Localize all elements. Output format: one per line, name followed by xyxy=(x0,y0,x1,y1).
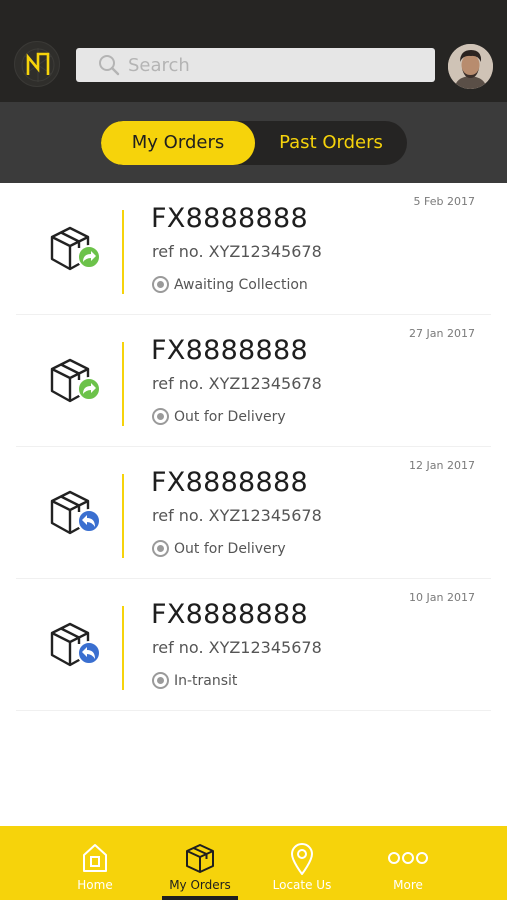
nav-label: More xyxy=(393,878,423,892)
divider-line xyxy=(122,606,124,690)
order-status: Out for Delivery xyxy=(152,408,286,425)
order-date: 12 Jan 2017 xyxy=(409,459,475,472)
tab-bar: My Orders Past Orders xyxy=(0,102,507,183)
nav-label: Home xyxy=(77,878,113,892)
divider-line xyxy=(122,210,124,294)
search-bar[interactable] xyxy=(76,48,435,82)
tracking-number: FX8888888 xyxy=(151,203,308,234)
status-label: Out for Delivery xyxy=(174,409,286,425)
home-icon xyxy=(83,844,107,872)
tab-my-orders[interactable]: My Orders xyxy=(101,121,255,165)
order-date: 5 Feb 2017 xyxy=(413,195,475,208)
more-dots-icon xyxy=(388,852,428,864)
status-label: Out for Delivery xyxy=(174,541,286,557)
search-icon xyxy=(98,54,120,80)
reference-number: ref no. XYZ12345678 xyxy=(152,242,322,261)
nav-more[interactable]: More xyxy=(353,826,463,900)
status-dot-icon xyxy=(152,408,169,425)
location-pin-icon xyxy=(291,843,313,875)
order-status: In-transit xyxy=(152,672,237,689)
package-return-icon xyxy=(48,619,104,675)
search-input[interactable] xyxy=(128,52,418,78)
package-outgoing-icon xyxy=(48,355,104,411)
active-indicator xyxy=(162,896,238,900)
brand-logo-icon[interactable] xyxy=(14,41,60,87)
reference-number: ref no. XYZ12345678 xyxy=(152,374,322,393)
nav-label: My Orders xyxy=(169,878,231,892)
status-label: In-transit xyxy=(174,673,238,689)
order-item[interactable]: 12 Jan 2017 FX8888888 ref no. XYZ1234567… xyxy=(0,447,507,579)
reference-number: ref no. XYZ12345678 xyxy=(152,638,322,657)
nav-my-orders[interactable]: My Orders xyxy=(145,826,255,900)
orders-list: 5 Feb 2017 FX8888888 ref no. XYZ12345678… xyxy=(0,183,507,711)
user-avatar[interactable] xyxy=(448,44,493,89)
package-return-icon xyxy=(48,487,104,543)
row-separator xyxy=(16,710,491,711)
order-item[interactable]: 27 Jan 2017 FX8888888 ref no. XYZ1234567… xyxy=(0,315,507,447)
nav-label: Locate Us xyxy=(272,878,332,892)
tab-past-orders[interactable]: Past Orders xyxy=(255,121,407,165)
status-dot-icon xyxy=(152,540,169,557)
order-item[interactable]: 10 Jan 2017 FX8888888 ref no. XYZ1234567… xyxy=(0,579,507,711)
reference-number: ref no. XYZ12345678 xyxy=(152,506,322,525)
box-icon xyxy=(186,844,214,873)
bottom-navigation: Home My Orders Locate Us More xyxy=(0,826,507,900)
status-dot-icon xyxy=(152,672,169,689)
order-date: 10 Jan 2017 xyxy=(409,591,475,604)
tracking-number: FX8888888 xyxy=(151,467,308,498)
orders-segmented-control: My Orders Past Orders xyxy=(101,121,407,165)
order-status: Out for Delivery xyxy=(152,540,286,557)
nav-locate-us[interactable]: Locate Us xyxy=(247,826,357,900)
package-outgoing-icon xyxy=(48,223,104,279)
order-item[interactable]: 5 Feb 2017 FX8888888 ref no. XYZ12345678… xyxy=(0,183,507,315)
divider-line xyxy=(122,474,124,558)
order-status: Awaiting Collection xyxy=(152,276,308,293)
app-header xyxy=(0,0,507,102)
status-dot-icon xyxy=(152,276,169,293)
order-date: 27 Jan 2017 xyxy=(409,327,475,340)
nav-home[interactable]: Home xyxy=(40,826,150,900)
tracking-number: FX8888888 xyxy=(151,599,308,630)
status-label: Awaiting Collection xyxy=(174,277,308,293)
tracking-number: FX8888888 xyxy=(151,335,308,366)
divider-line xyxy=(122,342,124,426)
